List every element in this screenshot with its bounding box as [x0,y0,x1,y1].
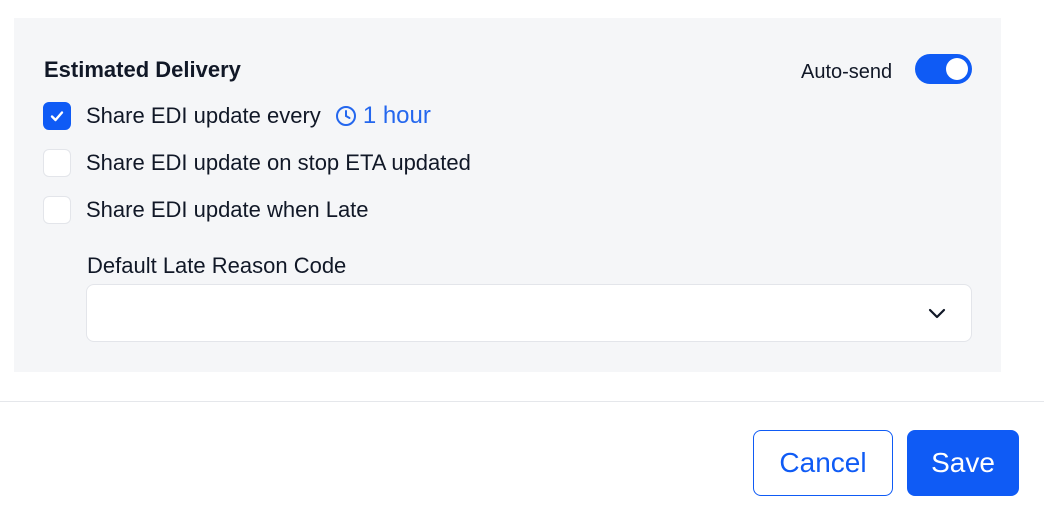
checkmark-icon [50,111,64,122]
toggle-knob [946,58,968,80]
cancel-button[interactable]: Cancel [753,430,893,496]
option-label-share-every: Share EDI update every [86,103,321,128]
interval-value: 1 hour [362,102,431,129]
option-share-every: Share EDI update every 1 hour [43,101,431,131]
chevron-down-icon [928,308,946,319]
late-reason-label: Default Late Reason Code [87,253,347,278]
clock-icon [335,106,356,126]
option-label-share-when-late: Share EDI update when Late [86,197,369,222]
save-button[interactable]: Save [907,430,1019,496]
footer-divider [0,401,1044,402]
late-reason-select[interactable] [86,284,972,342]
interval-link[interactable]: 1 hour [335,102,431,130]
auto-send-label: Auto-send [801,61,893,83]
checkbox-share-on-eta[interactable] [43,149,71,177]
checkbox-share-every[interactable] [43,102,71,130]
section-title: Estimated Delivery [44,57,241,82]
checkbox-share-when-late[interactable] [43,196,71,224]
estimated-delivery-panel: Estimated Delivery Auto-send Share EDI u… [14,18,1001,372]
option-share-on-eta: Share EDI update on stop ETA updated [43,148,471,178]
option-share-when-late: Share EDI update when Late [43,195,369,225]
option-label-share-on-eta: Share EDI update on stop ETA updated [86,150,471,175]
auto-send-toggle[interactable] [915,54,972,84]
